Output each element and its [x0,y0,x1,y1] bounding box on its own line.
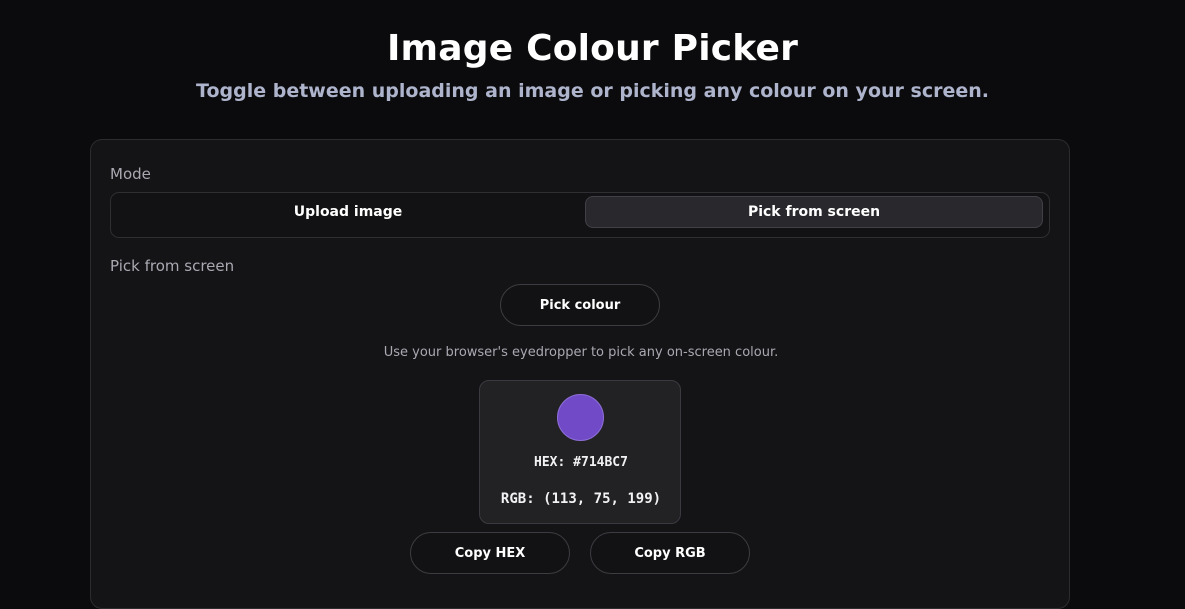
page-title: Image Colour Picker [386,28,799,69]
page-subtitle: Toggle between uploading an image or pic… [196,80,989,102]
upload-image-tab[interactable]: Upload image [119,196,577,228]
rgb-value: RGB: (113, 75, 199) [500,491,662,507]
picker-panel: Mode Upload image Pick from screen Pick … [90,139,1070,609]
copy-rgb-button[interactable]: Copy RGB [590,532,750,574]
colour-result-card: HEX: #714BC7 RGB: (113, 75, 199) [479,380,681,524]
mode-label: Mode [110,165,151,183]
colour-swatch [557,394,604,441]
copy-hex-button[interactable]: Copy HEX [410,532,570,574]
pick-from-screen-tab[interactable]: Pick from screen [585,196,1043,228]
pick-colour-button[interactable]: Pick colour [500,284,660,326]
mode-toggle: Upload image Pick from screen [110,192,1050,238]
hex-value: HEX: #714BC7 [534,455,628,470]
eyedropper-hint: Use your browser's eyedropper to pick an… [383,345,779,360]
section-label: Pick from screen [110,257,235,275]
